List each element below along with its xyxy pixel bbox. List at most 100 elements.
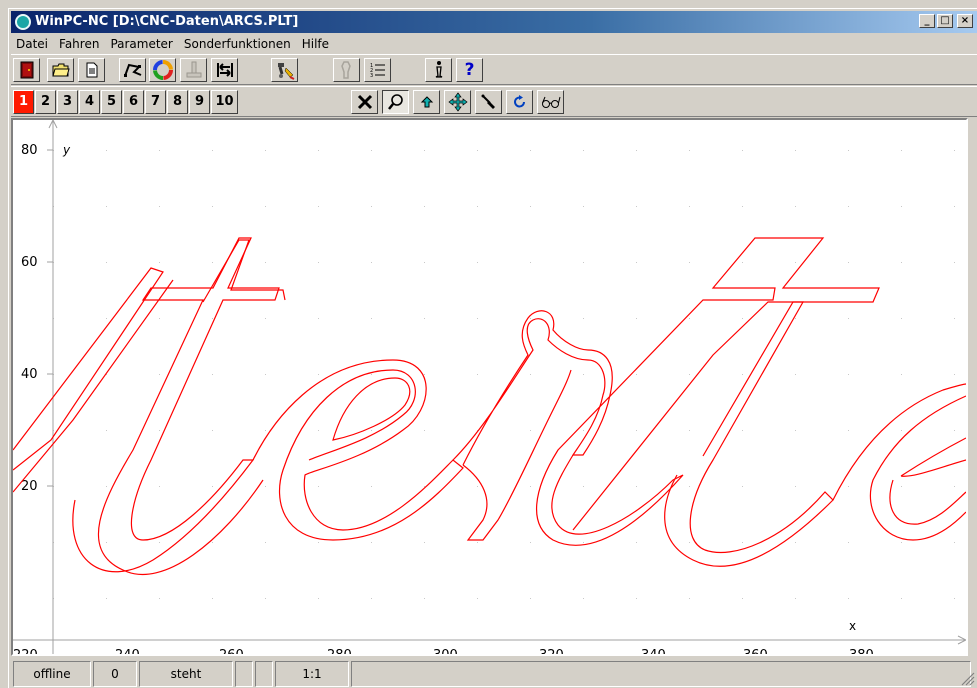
- grid-dot: [212, 542, 213, 543]
- main-window: WinPC-NC [D:\CNC-Daten\ARCS.PLT] _ □ × D…: [8, 8, 977, 688]
- tool-icon: [340, 61, 351, 79]
- grid-dot: [901, 150, 902, 151]
- view-toolbar: 1 2 3 4 5 6 7 8 9 10: [11, 86, 977, 117]
- close-button[interactable]: ×: [957, 14, 973, 28]
- color-wheel-icon: [152, 60, 173, 80]
- grid-dot: [583, 262, 584, 263]
- grid-dot: [901, 318, 902, 319]
- grid-dot: [530, 598, 531, 599]
- menu-fahren[interactable]: Fahren: [54, 34, 105, 54]
- grid-dot: [901, 430, 902, 431]
- layer-button-7[interactable]: 7: [145, 90, 166, 114]
- layer-button-8[interactable]: 8: [167, 90, 188, 114]
- home-arrow-icon: [216, 63, 233, 77]
- contour-t2-stem: [664, 301, 834, 567]
- move-origin-button[interactable]: [211, 58, 238, 82]
- y-tick-20: 20: [21, 479, 38, 494]
- color-assign-button[interactable]: [149, 58, 176, 82]
- layer-button-10[interactable]: 10: [211, 90, 238, 114]
- path-edit-button[interactable]: [119, 58, 146, 82]
- grid-dot: [106, 318, 107, 319]
- grid-dot: [636, 318, 637, 319]
- contour-t1: [72, 237, 280, 576]
- grid-dot: [848, 486, 849, 487]
- layer-button-1[interactable]: 1: [13, 90, 34, 114]
- grid-dot: [742, 486, 743, 487]
- grid-dot: [159, 262, 160, 263]
- grid-dot: [583, 318, 584, 319]
- grid-dot: [689, 542, 690, 543]
- grid-dot: [318, 374, 319, 375]
- layer-button-2[interactable]: 2: [35, 90, 56, 114]
- layer-button-5[interactable]: 5: [101, 90, 122, 114]
- layer-button-6[interactable]: 6: [123, 90, 144, 114]
- status-empty-2: [255, 661, 273, 687]
- job-list-button[interactable]: 123: [364, 58, 391, 82]
- app-icon[interactable]: [15, 14, 31, 30]
- x-tick-300: 300: [433, 648, 458, 654]
- menu-hilfe[interactable]: Hilfe: [297, 34, 335, 54]
- grid-dot: [954, 150, 955, 151]
- maximize-button[interactable]: □: [937, 14, 953, 28]
- grid-dot: [212, 486, 213, 487]
- grid-dot: [954, 430, 955, 431]
- menu-bar: Datei Fahren Parameter Sonderfunktionen …: [11, 34, 977, 54]
- grid-dot: [265, 206, 266, 207]
- grid-dot: [954, 262, 955, 263]
- plot-canvas[interactable]: y x 80 60 40 20 220 240 260 280 300 320 …: [11, 118, 968, 656]
- grid-dot: [583, 542, 584, 543]
- grid-dot: [265, 486, 266, 487]
- zoom-up-button[interactable]: [413, 90, 440, 114]
- status-empty-1: [235, 661, 253, 687]
- y-axis-label: y: [62, 143, 71, 157]
- grid-dot: [371, 262, 372, 263]
- grid-dot: [636, 598, 637, 599]
- grid-dot: [212, 262, 213, 263]
- pan-button[interactable]: [444, 90, 471, 114]
- menu-parameter[interactable]: Parameter: [105, 34, 178, 54]
- x-tick-340: 340: [641, 648, 666, 654]
- grid-dot: [795, 486, 796, 487]
- grid-dot: [742, 150, 743, 151]
- grid-dot: [901, 374, 902, 375]
- layer-button-4[interactable]: 4: [79, 90, 100, 114]
- grid-dot: [583, 374, 584, 375]
- grid-dot: [636, 430, 637, 431]
- plot-svg[interactable]: y x 80 60 40 20 220 240 260 280 300 320 …: [13, 120, 966, 654]
- start-job-button[interactable]: [271, 58, 298, 82]
- reference-run-button[interactable]: [180, 58, 207, 82]
- help-button[interactable]: ?: [456, 58, 483, 82]
- grid-dot: [530, 150, 531, 151]
- menu-sonderfunktionen[interactable]: Sonderfunktionen: [179, 34, 297, 54]
- file-info-button[interactable]: [78, 58, 105, 82]
- info-button[interactable]: [425, 58, 452, 82]
- delete-view-button[interactable]: [351, 90, 378, 114]
- zoom-button[interactable]: [382, 90, 409, 114]
- open-file-button[interactable]: [47, 58, 74, 82]
- exit-button[interactable]: [13, 58, 40, 82]
- grid-dot: [424, 430, 425, 431]
- grid-dot: [371, 150, 372, 151]
- question-icon: ?: [464, 60, 475, 80]
- grid-dot: [265, 262, 266, 263]
- layer-button-9[interactable]: 9: [189, 90, 210, 114]
- grid-dot: [848, 374, 849, 375]
- grid-dot: [954, 542, 955, 543]
- grid-dot: [954, 374, 955, 375]
- grid-dot: [371, 374, 372, 375]
- grid-dot: [795, 206, 796, 207]
- minimize-button[interactable]: _: [919, 14, 935, 28]
- select-tool-button[interactable]: [475, 90, 502, 114]
- toolpath-contours: [13, 237, 966, 576]
- tool-change-button[interactable]: [333, 58, 360, 82]
- refresh-button[interactable]: [506, 90, 533, 114]
- grid-dot: [477, 206, 478, 207]
- menu-datei[interactable]: Datei: [11, 34, 54, 54]
- title-bar[interactable]: WinPC-NC [D:\CNC-Daten\ARCS.PLT] _ □ ×: [11, 11, 977, 33]
- resize-grip-icon[interactable]: [961, 672, 975, 686]
- grid-dot: [265, 318, 266, 319]
- layer-button-3[interactable]: 3: [57, 90, 78, 114]
- grid-dot: [795, 598, 796, 599]
- preview-button[interactable]: [537, 90, 564, 114]
- contour-t1-top: [202, 239, 286, 303]
